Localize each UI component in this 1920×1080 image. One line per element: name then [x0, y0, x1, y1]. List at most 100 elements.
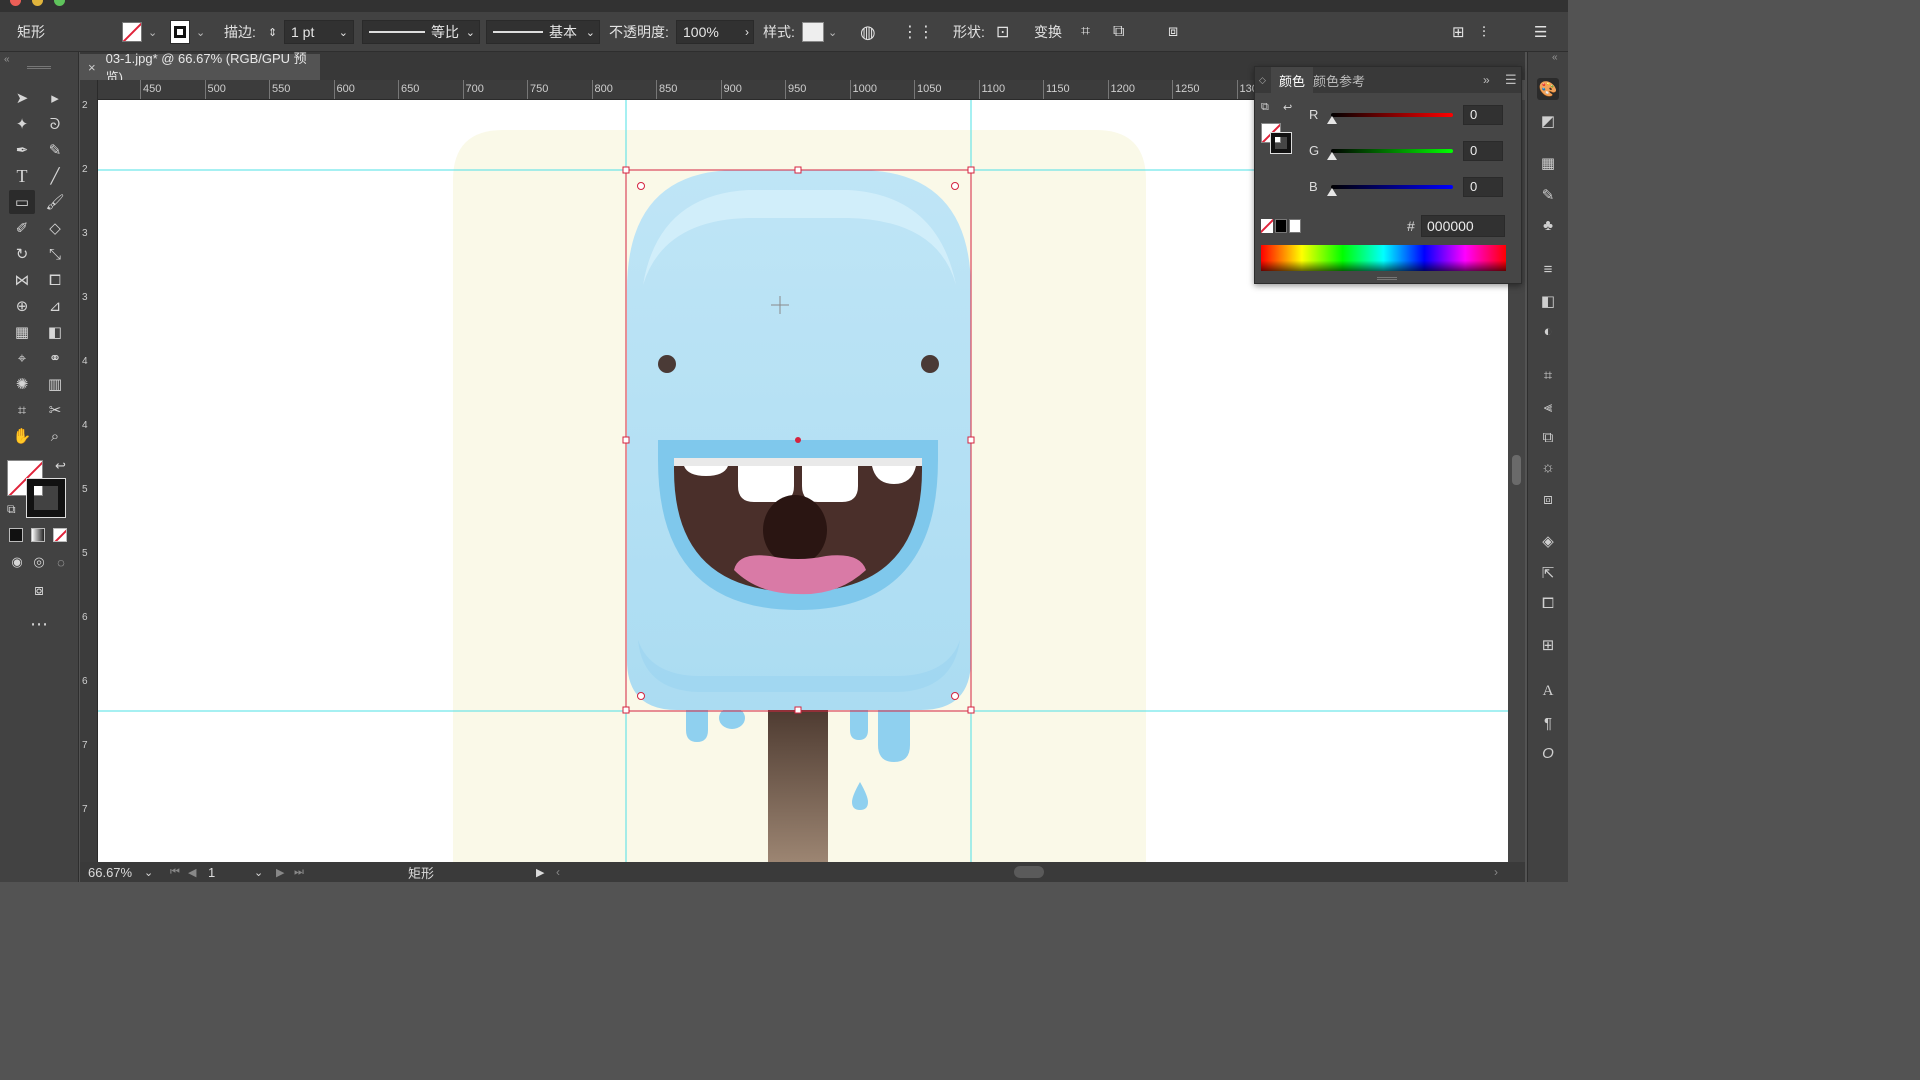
swap-fill-stroke-icon[interactable]: ↩	[55, 458, 66, 474]
status-menu-icon[interactable]: ▶	[536, 866, 544, 879]
character-icon[interactable]: A	[1537, 680, 1559, 702]
edit-toolbar-icon[interactable]: ⋯	[26, 612, 52, 636]
blend-tool-icon[interactable]: ⚭	[42, 346, 68, 370]
close-window-icon[interactable]	[10, 0, 21, 6]
red-slider-thumb[interactable]	[1327, 116, 1337, 124]
scroll-right-icon[interactable]: ›	[1494, 865, 1498, 879]
fill-none-swatch[interactable]	[122, 22, 142, 42]
shape-properties-icon[interactable]: ⊡	[996, 12, 1009, 52]
opacity-field[interactable]: 100% ›	[676, 20, 754, 44]
color-guide-icon[interactable]: ◩	[1537, 110, 1559, 132]
column-graph-tool-icon[interactable]: ▥	[42, 372, 68, 396]
collapse-dock-icon[interactable]: «	[1552, 52, 1558, 63]
red-value-field[interactable]: 0	[1463, 105, 1503, 125]
color-spectrum[interactable]	[1261, 245, 1506, 271]
direct-selection-tool-icon[interactable]: ▸	[42, 86, 68, 110]
none-mode-icon[interactable]	[53, 528, 67, 542]
gradient-mode-icon[interactable]	[31, 528, 45, 542]
tab-color[interactable]: 颜色	[1271, 67, 1314, 93]
paragraph-icon[interactable]: ¶	[1537, 712, 1559, 734]
red-slider[interactable]	[1331, 113, 1453, 117]
previous-artboard-icon[interactable]: ◀	[188, 866, 196, 879]
horizontal-scroll-thumb[interactable]	[1014, 866, 1044, 878]
gradient-tool-icon[interactable]: ◧	[42, 320, 68, 344]
color-panel-icon[interactable]: 🎨	[1537, 78, 1559, 100]
transform-each-icon[interactable]: ⌗	[1081, 12, 1090, 52]
zoom-window-icon[interactable]	[54, 0, 65, 6]
green-value-field[interactable]: 0	[1463, 141, 1503, 161]
eyedropper-tool-icon[interactable]: ⌖	[9, 346, 35, 370]
slice-tool-icon[interactable]: ✂	[42, 398, 68, 422]
fill-dropdown-caret-icon[interactable]: ⌄	[148, 12, 157, 52]
panel-resize-grip[interactable]	[1377, 277, 1397, 280]
vertical-scroll-thumb[interactable]	[1512, 455, 1521, 485]
style-dropdown-caret-icon[interactable]: ⌄	[828, 12, 837, 52]
arrange-documents-icon[interactable]: ⊞	[1452, 12, 1465, 52]
shape-builder-tool-icon[interactable]: ⊕	[9, 294, 35, 318]
transparency-icon[interactable]: ◐	[1537, 320, 1559, 342]
stroke-swatch[interactable]	[170, 20, 190, 44]
rotate-tool-icon[interactable]: ↻	[9, 242, 35, 266]
scroll-left-icon[interactable]: ‹	[556, 865, 560, 879]
shaper-tool-icon[interactable]: ✐	[9, 216, 35, 240]
envelope-options-icon[interactable]: ⧈	[1168, 12, 1178, 52]
recolor-artwork-icon[interactable]: ◍	[860, 12, 876, 52]
blue-value-field[interactable]: 0	[1463, 177, 1503, 197]
artboard-dropdown-icon[interactable]: ⌄	[254, 866, 263, 879]
libraries-icon[interactable]: ⊞	[1537, 634, 1559, 656]
gradient-panel-icon[interactable]: ◧	[1537, 290, 1559, 312]
swap-colors-icon[interactable]: ↩	[1283, 101, 1292, 114]
width-tool-icon[interactable]: ⋈	[9, 268, 35, 292]
swatches-icon[interactable]: ▦	[1537, 152, 1559, 174]
close-tab-icon[interactable]: ×	[88, 60, 96, 75]
panel-menu-icon[interactable]: ☰	[1534, 12, 1547, 52]
first-artboard-icon[interactable]: ⏮	[170, 866, 180, 879]
opentype-icon[interactable]: O	[1537, 742, 1559, 764]
screen-mode-icon[interactable]: ⧇	[26, 578, 52, 602]
isolate-object-icon[interactable]: ⧉	[1113, 12, 1124, 52]
green-slider-thumb[interactable]	[1327, 152, 1337, 160]
align-panel-icon[interactable]: ⫷	[1537, 396, 1559, 418]
variable-width-profile[interactable]: 等比 ⌄	[362, 20, 480, 44]
panel-expand-icon[interactable]: ◇	[1259, 67, 1266, 93]
paintbrush-tool-icon[interactable]: 🖌	[42, 190, 68, 214]
graphic-style-swatch[interactable]	[802, 22, 824, 42]
panel-stroke-icon[interactable]	[1270, 132, 1292, 154]
stroke-panel-icon[interactable]: ≡	[1537, 258, 1559, 280]
collapse-panel-icon[interactable]: »	[1483, 67, 1490, 93]
stroke-weight-field[interactable]: 1 pt ⌄	[284, 20, 354, 44]
rectangle-tool-icon[interactable]: ▭	[9, 190, 35, 214]
blue-slider[interactable]	[1331, 185, 1453, 189]
eraser-tool-icon[interactable]: ◇	[42, 216, 68, 240]
toolbar-grip[interactable]	[27, 66, 51, 69]
blue-slider-thumb[interactable]	[1327, 188, 1337, 196]
free-transform-tool-icon[interactable]: ⧠	[42, 268, 68, 292]
perspective-grid-tool-icon[interactable]: ⊿	[42, 294, 68, 318]
artboards-icon[interactable]: ⧠	[1537, 592, 1559, 614]
transform-panel-icon[interactable]: ⌗	[1537, 364, 1559, 386]
pen-tool-icon[interactable]: ✒	[9, 138, 35, 162]
next-artboard-icon[interactable]: ▶	[276, 866, 284, 879]
hex-value-field[interactable]: 000000	[1421, 215, 1505, 237]
type-tool-icon[interactable]: T	[9, 164, 35, 188]
white-swatch[interactable]	[1289, 219, 1301, 233]
appearance-icon[interactable]: ☼	[1537, 456, 1559, 478]
lasso-tool-icon[interactable]: ᘐ	[42, 112, 68, 136]
color-mode-icon[interactable]	[9, 528, 23, 542]
green-slider[interactable]	[1331, 149, 1453, 153]
black-swatch[interactable]	[1275, 219, 1287, 233]
vertical-ruler[interactable]: 2 2 3 3 4 4 5 5 6 6 7 7	[80, 80, 98, 862]
artboard-number[interactable]: 1	[208, 865, 215, 880]
graphic-styles-icon[interactable]: ⧈	[1537, 488, 1559, 510]
default-colors-icon[interactable]: ⧉	[1261, 101, 1269, 114]
transform-button[interactable]: 变换	[1034, 12, 1062, 52]
stroke-stepper-icon[interactable]: ⇕	[268, 12, 277, 52]
layers-icon[interactable]: ◈	[1537, 530, 1559, 552]
stroke-dropdown-caret-icon[interactable]: ⌄	[196, 12, 205, 52]
zoom-dropdown-icon[interactable]: ⌄	[144, 866, 153, 879]
last-artboard-icon[interactable]: ⏭	[294, 866, 304, 879]
symbols-icon[interactable]: ♣	[1537, 214, 1559, 236]
selection-tool-icon[interactable]: ➤	[9, 86, 35, 110]
brushes-icon[interactable]: ✎	[1537, 184, 1559, 206]
align-options-icon[interactable]: ⋮⋮	[902, 12, 934, 52]
